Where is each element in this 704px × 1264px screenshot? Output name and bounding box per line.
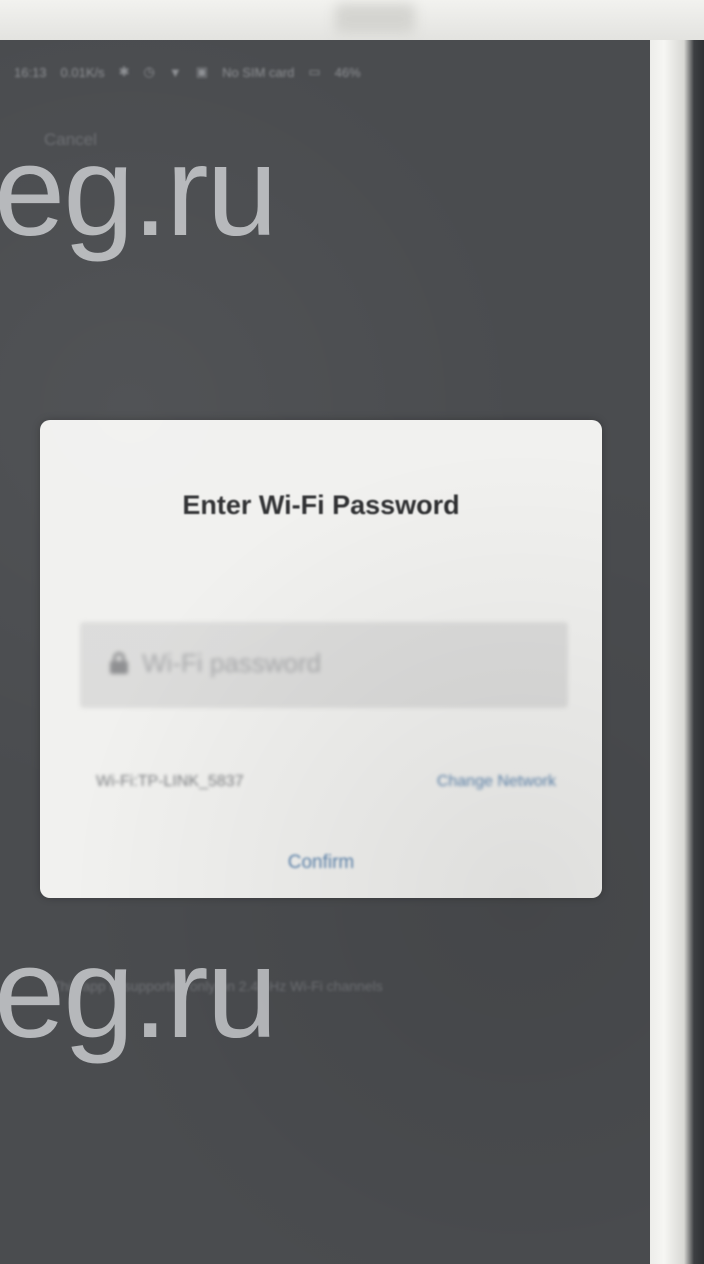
page-top-margin — [0, 0, 704, 40]
wifi-icon: ▼ — [168, 64, 182, 80]
bluetooth-icon: ✱ — [118, 64, 130, 79]
status-time: 16:13 — [14, 64, 47, 80]
network-row: Wi-Fi:TP-LINK_5837 Change Network — [96, 773, 556, 791]
status-battery: 46% — [334, 64, 361, 80]
dialog-title: Enter Wi-Fi Password — [182, 490, 460, 520]
watermark-top: eg.ru — [0, 120, 278, 263]
current-network-label: Wi-Fi:TP-LINK_5837 — [96, 773, 244, 790]
change-network-link[interactable]: Change Network — [437, 773, 556, 791]
sim-icon: ▣ — [195, 64, 209, 79]
password-field[interactable]: Wi-Fi password — [80, 622, 568, 708]
adjacent-phone-edge — [650, 40, 704, 1264]
scanned-page: 16:13 0.01K/s ✱ ◷ ▼ ▣ No SIM card ▭ 46% … — [0, 0, 704, 1264]
phone-screen: 16:13 0.01K/s ✱ ◷ ▼ ▣ No SIM card ▭ 46% … — [0, 40, 650, 1264]
status-speed: 0.01K/s — [60, 64, 105, 80]
lock-icon — [110, 652, 128, 674]
password-placeholder: Wi-Fi password — [142, 648, 322, 678]
alarm-icon: ◷ — [143, 64, 155, 79]
battery-icon: ▭ — [308, 64, 321, 79]
wifi-password-dialog: Enter Wi-Fi Password Wi-Fi password Wi-F… — [40, 420, 602, 898]
confirm-button[interactable]: Confirm — [40, 852, 602, 874]
scan-smudge — [335, 4, 415, 34]
watermark-bottom: eg.ru — [0, 922, 278, 1065]
status-carrier: No SIM card — [222, 64, 295, 80]
status-bar: 16:13 0.01K/s ✱ ◷ ▼ ▣ No SIM card ▭ 46% — [14, 60, 634, 84]
